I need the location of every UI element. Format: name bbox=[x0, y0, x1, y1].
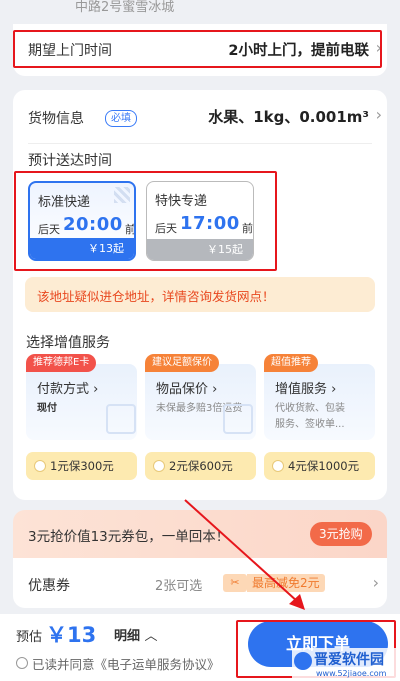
arrow-line bbox=[184, 499, 299, 603]
arrow-annotation-icon bbox=[184, 499, 305, 610]
watermark-url: www.52jiaoe.com bbox=[316, 669, 387, 678]
watermark: 晋爱软件园 www.52jiaoe.com bbox=[292, 648, 400, 681]
watermark-name: 晋爱软件园 bbox=[314, 652, 384, 668]
watermark-logo-icon bbox=[294, 652, 312, 670]
